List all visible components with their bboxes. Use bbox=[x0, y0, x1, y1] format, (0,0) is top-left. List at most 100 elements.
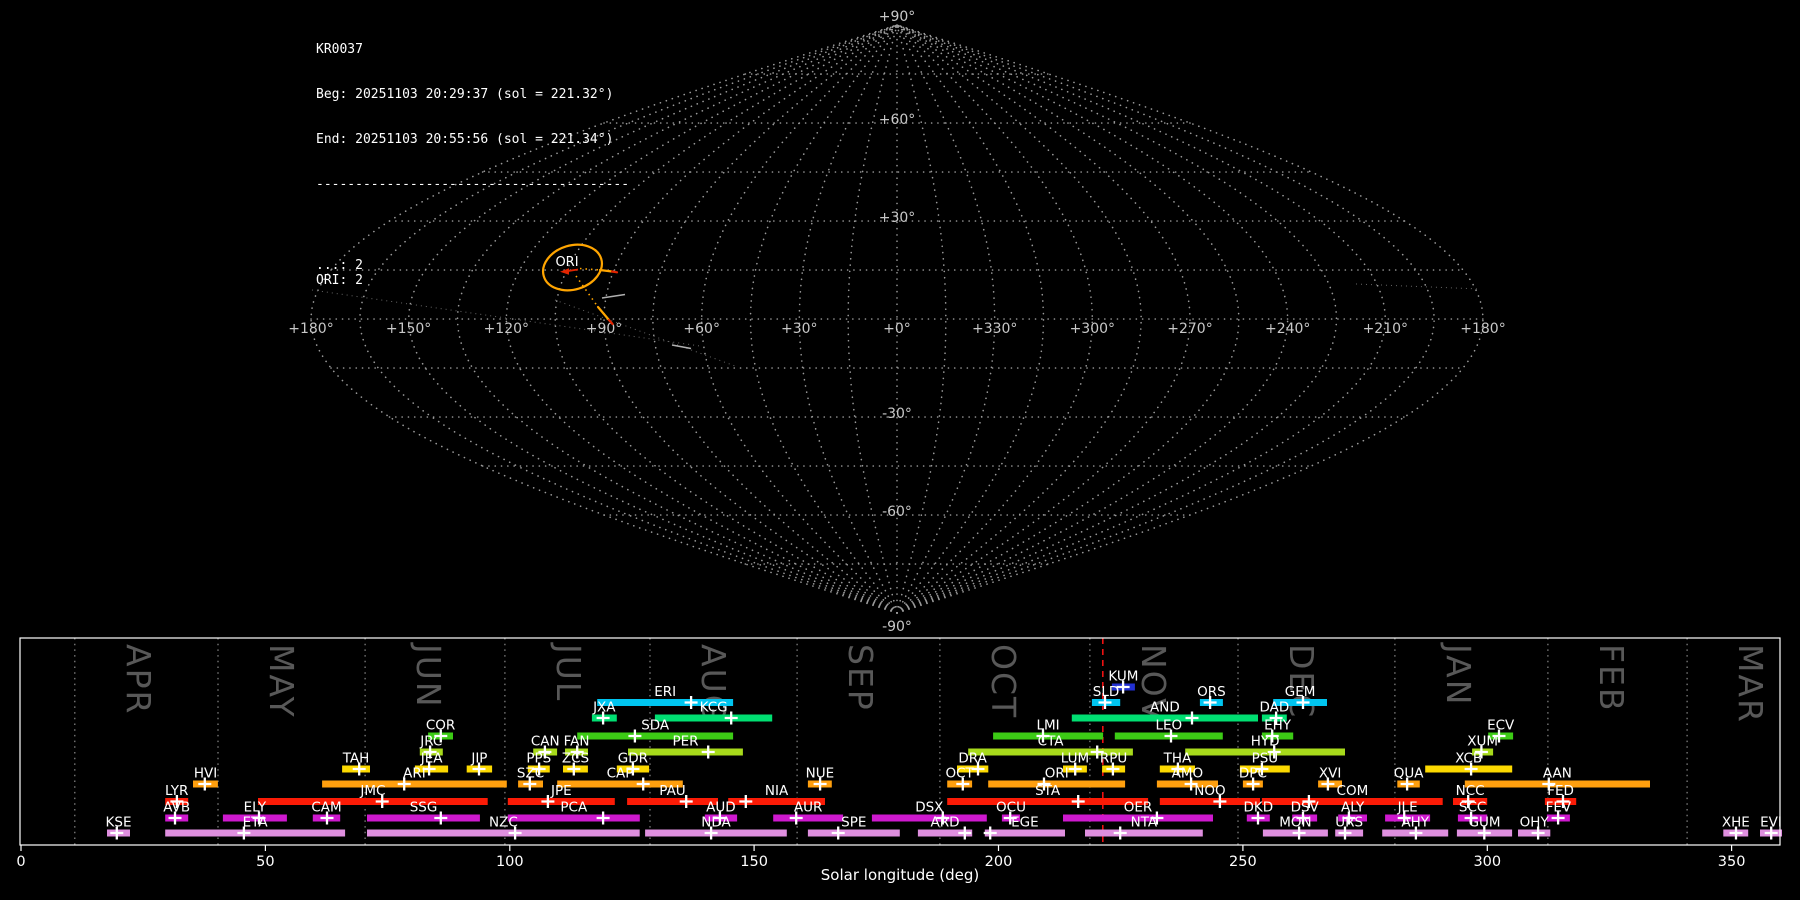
month-label: JUN bbox=[409, 642, 448, 709]
count-line-dotdotdot: ...: 2 bbox=[316, 258, 363, 273]
shower-bar-NTA bbox=[1085, 829, 1203, 837]
shower-row: KSE ETA NZC NDA SPE ARD EGE NTA MON URS AHY GUM OHY X… bbox=[106, 815, 1782, 840]
latitude-label: +60° bbox=[879, 112, 916, 128]
shower-label-GEM: GEM bbox=[1285, 684, 1316, 700]
shower-label-SDA: SDA bbox=[641, 718, 670, 734]
end-time-line: End: 20251103 20:55:56 (sol = 221.34°) bbox=[316, 132, 614, 147]
meridian-line bbox=[896, 24, 1436, 614]
latitude-label: -30° bbox=[882, 406, 912, 422]
shower-label-PSU: PSU bbox=[1252, 751, 1279, 767]
meteor-track bbox=[671, 344, 692, 350]
shower-label-PER: PER bbox=[672, 734, 698, 750]
x-axis-title: Solar longitude (deg) bbox=[820, 866, 980, 884]
shower-bar-SDA bbox=[577, 732, 734, 740]
longitude-label: +330° bbox=[972, 321, 1017, 337]
shower-bar-AUR bbox=[773, 814, 844, 822]
longitude-label: +90° bbox=[586, 321, 623, 337]
shower-label-ARD: ARD bbox=[930, 815, 959, 831]
peak-marker-SDA bbox=[628, 729, 642, 743]
meridian-line bbox=[896, 24, 1045, 614]
shower-label-FED: FED bbox=[1547, 783, 1574, 799]
ecliptic-segment bbox=[1355, 283, 1481, 290]
shower-label-TAH: TAH bbox=[342, 751, 370, 767]
shower-bar-JMC bbox=[258, 798, 488, 805]
longitude-label: +300° bbox=[1070, 321, 1115, 337]
shower-label-AVB: AVB bbox=[163, 800, 190, 816]
longitude-label: +120° bbox=[484, 321, 529, 337]
begin-time-line: Beg: 20251103 20:29:37 (sol = 221.32°) bbox=[316, 87, 614, 102]
observation-info-panel: KR0037 Beg: 20251103 20:29:37 (sol = 221… bbox=[316, 12, 629, 318]
latitude-label: -60° bbox=[882, 504, 912, 520]
meridian-line bbox=[749, 24, 898, 614]
shower-label-ZCS: ZCS bbox=[562, 751, 589, 767]
meteor-observation-screen: +180° +150° +120° +90° +60° +30° +0° +330° +300°… bbox=[0, 0, 1800, 900]
shower-label-LEO: LEO bbox=[1155, 718, 1182, 734]
peak-marker-AND bbox=[1185, 711, 1199, 725]
peak-marker-ARD bbox=[958, 826, 972, 840]
shower-label-PCA: PCA bbox=[560, 800, 588, 816]
shower-label-SPE: SPE bbox=[841, 815, 866, 831]
month-label: FEB bbox=[1592, 644, 1631, 712]
peak-marker-NTA bbox=[1113, 826, 1127, 840]
longitude-label: +240° bbox=[1265, 321, 1310, 337]
shower-label-CTA: CTA bbox=[1038, 734, 1065, 750]
shower-label-ERI: ERI bbox=[654, 684, 676, 700]
longitude-label: +210° bbox=[1363, 321, 1408, 337]
longitude-label: +180° bbox=[1460, 321, 1505, 337]
shower-bar-PAU bbox=[627, 798, 718, 805]
shower-label-NTA: NTA bbox=[1131, 815, 1158, 831]
shower-label-JLE: JLE bbox=[1397, 800, 1418, 816]
shower-label-ARI: ARI bbox=[403, 766, 426, 782]
shower-label-DRA: DRA bbox=[958, 751, 987, 767]
shower-label-NDA: NDA bbox=[701, 815, 731, 831]
month-label: OCT bbox=[984, 644, 1023, 719]
shower-label-XUM: XUM bbox=[1467, 734, 1498, 750]
shower-label-AMO: AMO bbox=[1172, 766, 1204, 782]
shower-bar-NZC bbox=[367, 829, 640, 837]
shower-bar-STA bbox=[947, 798, 1149, 805]
shower-bar-ARI bbox=[322, 780, 507, 788]
shower-label-EHY: EHY bbox=[1264, 718, 1292, 734]
shower-label-ORI: ORI bbox=[1045, 766, 1069, 782]
separator-line: ---------------------------------------- bbox=[316, 177, 630, 192]
shower-label-KSE: KSE bbox=[106, 815, 132, 831]
longitude-label: +0° bbox=[883, 321, 911, 337]
shower-label-OCT: OCT bbox=[945, 766, 974, 782]
peak-marker-STA bbox=[1071, 795, 1085, 808]
month-label: JUL bbox=[549, 642, 588, 702]
shower-label-OHY: OHY bbox=[1520, 815, 1550, 831]
month-label: SEP bbox=[841, 644, 880, 712]
shower-bar-SPE bbox=[807, 829, 900, 837]
shower-label-SCC: SCC bbox=[1459, 800, 1486, 816]
shower-label-ETA: ETA bbox=[243, 815, 269, 831]
north-pole-label: +90° bbox=[879, 9, 916, 25]
shower-label-JPE: JPE bbox=[550, 783, 572, 799]
shower-label-EGE: EGE bbox=[1011, 815, 1039, 831]
sky-map-and-activity-chart: +180° +150° +120° +90° +60° +30° +0° +330° +300°… bbox=[16, 9, 1782, 870]
shower-bar-ETA bbox=[165, 829, 346, 837]
shower-label-AAN: AAN bbox=[1543, 766, 1572, 782]
shower-label-XVI: XVI bbox=[1319, 766, 1341, 782]
south-pole-label: -90° bbox=[882, 619, 912, 635]
shower-label-XCB: XCB bbox=[1455, 751, 1482, 767]
longitude-label: +270° bbox=[1167, 321, 1212, 337]
month-label: MAY bbox=[262, 644, 301, 719]
shower-label-NZC: NZC bbox=[489, 815, 518, 831]
count-line-ORI: ORI: 2 bbox=[316, 273, 363, 288]
peak-marker-NIA bbox=[739, 795, 753, 808]
peak-marker-CAP bbox=[636, 777, 650, 791]
shower-label-STA: STA bbox=[1035, 783, 1061, 799]
shower-label-NCC: NCC bbox=[1456, 783, 1485, 799]
shower-label-DAD: DAD bbox=[1260, 700, 1290, 716]
shower-label-JEA: JEA bbox=[420, 751, 444, 767]
month-label: JAN bbox=[1439, 642, 1478, 706]
shower-label-DSX: DSX bbox=[915, 800, 943, 816]
shower-label-SSG: SSG bbox=[410, 800, 438, 816]
peak-marker-PCA bbox=[596, 811, 610, 825]
activity-chart: APR MAY JUN JUL AUG SEP OCT NOV DEC JAN FEB MARKUME… bbox=[16, 637, 1782, 870]
shower-label-KCG: KCG bbox=[700, 700, 728, 716]
shower-label-PAU: PAU bbox=[659, 783, 685, 799]
shower-label-AND: AND bbox=[1150, 700, 1180, 716]
shower-label-URS: URS bbox=[1335, 815, 1363, 831]
